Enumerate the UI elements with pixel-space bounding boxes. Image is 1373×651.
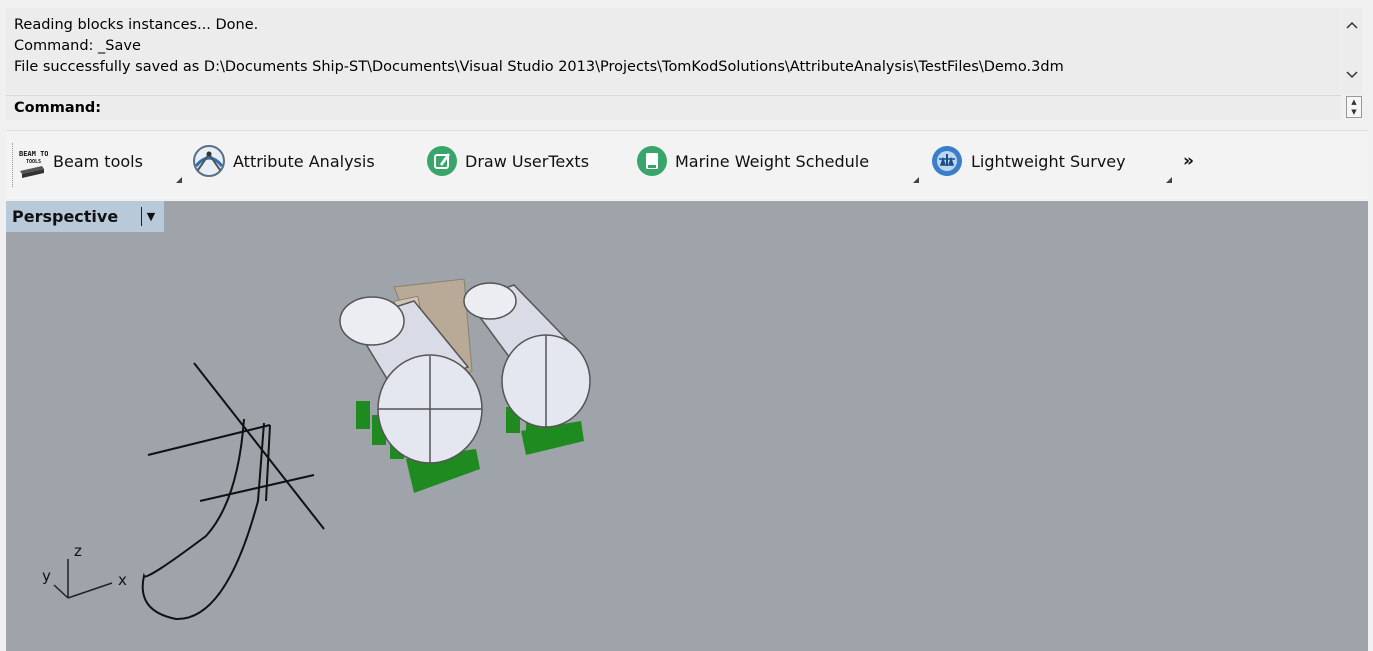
toolbar-button-beam-tools[interactable]: BEAM TOOLS TOOLS Beam tools bbox=[18, 144, 143, 178]
command-history-line: File successfully saved as D:\Documents … bbox=[14, 59, 1064, 75]
axes-icon bbox=[53, 559, 113, 599]
toolbar-button-label: Marine Weight Schedule bbox=[675, 151, 870, 171]
command-prompt: Command: bbox=[6, 95, 1341, 120]
axis-label-y: y bbox=[42, 567, 51, 585]
svg-text:TOOLS: TOOLS bbox=[26, 159, 41, 165]
viewport-menu-dropdown-icon[interactable]: ▼ bbox=[141, 207, 160, 226]
command-prompt-label: Command: bbox=[14, 100, 102, 116]
toolbar-button-lightweight-survey[interactable]: Lightweight Survey bbox=[930, 144, 1126, 178]
perspective-viewport[interactable]: z x y Perspective ▼ bbox=[6, 201, 1368, 651]
toolbar-overflow-icon[interactable]: » bbox=[1183, 151, 1194, 171]
plugin-toolbar: BEAM TOOLS TOOLS Beam tools Attribute An… bbox=[6, 130, 1368, 199]
scroll-up-icon[interactable] bbox=[1342, 16, 1362, 36]
axis-label-z: z bbox=[74, 542, 82, 560]
command-spinner[interactable]: ▲ ▼ bbox=[1346, 96, 1362, 118]
command-history-line: Reading blocks instances... Done. bbox=[14, 17, 259, 33]
attribute-analysis-icon bbox=[192, 144, 226, 178]
lightweight-survey-icon bbox=[930, 144, 964, 178]
toolbar-button-marine-weight-schedule[interactable]: Marine Weight Schedule bbox=[636, 144, 869, 178]
flyout-arrow-icon[interactable] bbox=[1166, 177, 1172, 183]
scroll-down-icon[interactable] bbox=[1342, 66, 1362, 86]
toolbar-button-label: Attribute Analysis bbox=[233, 151, 375, 171]
viewport-scene[interactable]: z x y bbox=[6, 201, 1368, 651]
marine-weight-schedule-icon bbox=[636, 145, 668, 177]
command-history: Reading blocks instances... Done. Comman… bbox=[6, 8, 1341, 94]
ship-model bbox=[339, 278, 591, 493]
toolbar-button-label: Lightweight Survey bbox=[971, 151, 1126, 171]
axis-label-x: x bbox=[118, 571, 127, 589]
command-history-line: Command: _Save bbox=[14, 38, 141, 54]
toolbar-button-draw-usertexts[interactable]: Draw UserTexts bbox=[426, 144, 589, 178]
beam-icon-text: BEAM TOOLS bbox=[19, 150, 48, 158]
command-input[interactable] bbox=[96, 98, 1300, 120]
beam-tools-icon: BEAM TOOLS TOOLS bbox=[18, 147, 61, 178]
command-history-scrollbar[interactable] bbox=[1342, 8, 1362, 94]
toolbar-button-label: Beam tools bbox=[53, 151, 143, 171]
toolbar-grip[interactable] bbox=[12, 143, 16, 187]
spinner-up-icon[interactable]: ▲ bbox=[1347, 97, 1361, 107]
toolbar-button-attribute-analysis[interactable]: Attribute Analysis bbox=[192, 144, 375, 178]
spinner-down-icon[interactable]: ▼ bbox=[1347, 107, 1361, 117]
viewport-title: Perspective bbox=[12, 207, 119, 226]
viewport-title-tab[interactable]: Perspective ▼ bbox=[6, 201, 164, 232]
flyout-arrow-icon[interactable] bbox=[176, 177, 182, 183]
toolbar-button-label: Draw UserTexts bbox=[465, 151, 590, 171]
wire-curves bbox=[141, 362, 325, 621]
flyout-arrow-icon[interactable] bbox=[913, 177, 919, 183]
draw-usertexts-icon bbox=[426, 145, 458, 177]
